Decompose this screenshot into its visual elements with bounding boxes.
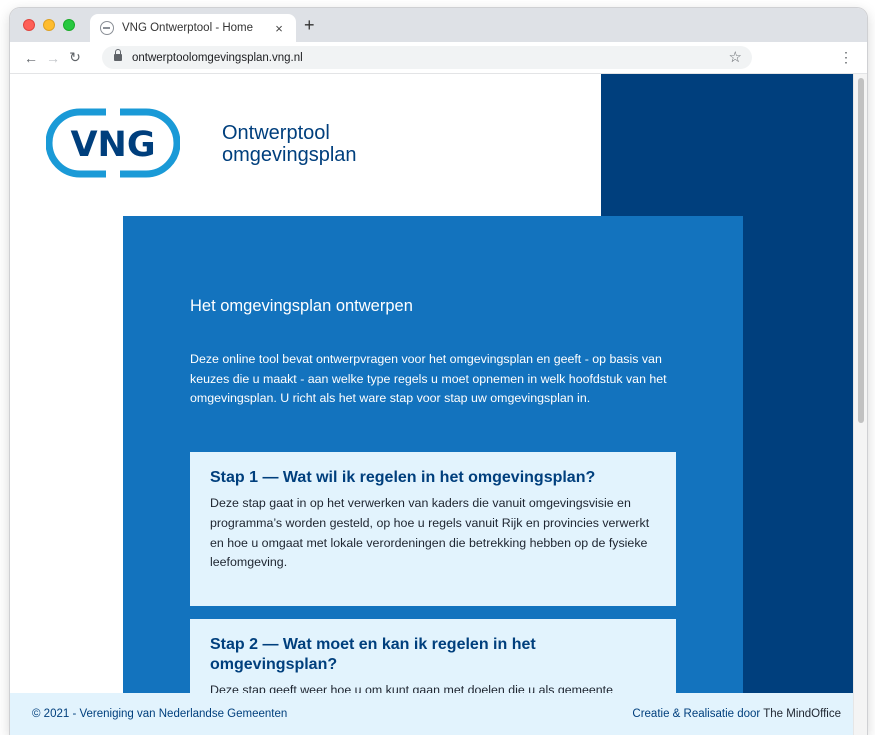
tab-bar: VNG Ontwerptool - Home × + (10, 8, 867, 42)
bookmark-star-icon[interactable]: ☆ (729, 48, 742, 66)
step-description: Deze stap gaat in op het verwerken van k… (210, 496, 650, 570)
site-name-line1: Ontwerptool (222, 122, 330, 144)
vng-logo[interactable]: VNG (46, 108, 180, 178)
hero-title: Het omgevingsplan ontwerpen (190, 297, 413, 315)
vertical-scrollbar[interactable] (853, 74, 867, 735)
browser-tab[interactable]: VNG Ontwerptool - Home × (90, 14, 296, 42)
globe-icon (100, 21, 114, 35)
footer-credit[interactable]: Creatie & Realisatie door The MindOffice (632, 708, 841, 720)
address-bar[interactable]: ontwerptoolomgevingsplan.vng.nl ☆ (102, 46, 752, 69)
close-window-button[interactable] (23, 19, 35, 31)
back-button[interactable]: ← (20, 50, 42, 66)
browser-menu-icon[interactable]: ⋮ (839, 50, 853, 64)
step-title[interactable]: Stap 2 — Wat moet en kan ik regelen in h… (210, 635, 656, 675)
step-title[interactable]: Stap 1 — Wat wil ik regelen in het omgev… (210, 468, 656, 488)
browser-toolbar: ← → ↻ ontwerptoolomgevingsplan.vng.nl ☆ … (10, 42, 867, 74)
page-viewport: VNG Ontwerptool omgevingsplan Het omgevi… (10, 74, 867, 735)
reload-button[interactable]: ↻ (64, 49, 86, 66)
browser-window: VNG Ontwerptool - Home × + ← → ↻ ontwerp… (10, 8, 867, 735)
scrollbar-thumb[interactable] (858, 78, 864, 423)
logo-text: VNG (70, 125, 155, 165)
tab-title: VNG Ontwerptool - Home (122, 22, 254, 34)
site-name[interactable]: Ontwerptool omgevingsplan (222, 122, 357, 166)
hero-intro: Deze online tool bevat ontwerpvragen voo… (190, 352, 667, 406)
footer-copyright: © 2021 - Vereniging van Nederlandse Geme… (32, 708, 288, 720)
forward-button[interactable]: → (42, 50, 64, 66)
hero-section: Het omgevingsplan ontwerpen Deze online … (123, 216, 743, 735)
footer-credit-prefix: Creatie & Realisatie door (632, 708, 764, 720)
close-tab-icon[interactable]: × (272, 21, 286, 36)
site-name-line2: omgevingsplan (222, 144, 357, 166)
footer-credit-maker[interactable]: The MindOffice (763, 708, 841, 720)
url-text: ontwerptoolomgevingsplan.vng.nl (132, 51, 303, 64)
page-footer: © 2021 - Vereniging van Nederlandse Geme… (10, 693, 853, 735)
minimize-window-button[interactable] (43, 19, 55, 31)
lock-icon (114, 49, 122, 62)
maximize-window-button[interactable] (63, 19, 75, 31)
step-card-1[interactable]: Stap 1 — Wat wil ik regelen in het omgev… (190, 452, 676, 606)
new-tab-button[interactable]: + (304, 16, 315, 34)
